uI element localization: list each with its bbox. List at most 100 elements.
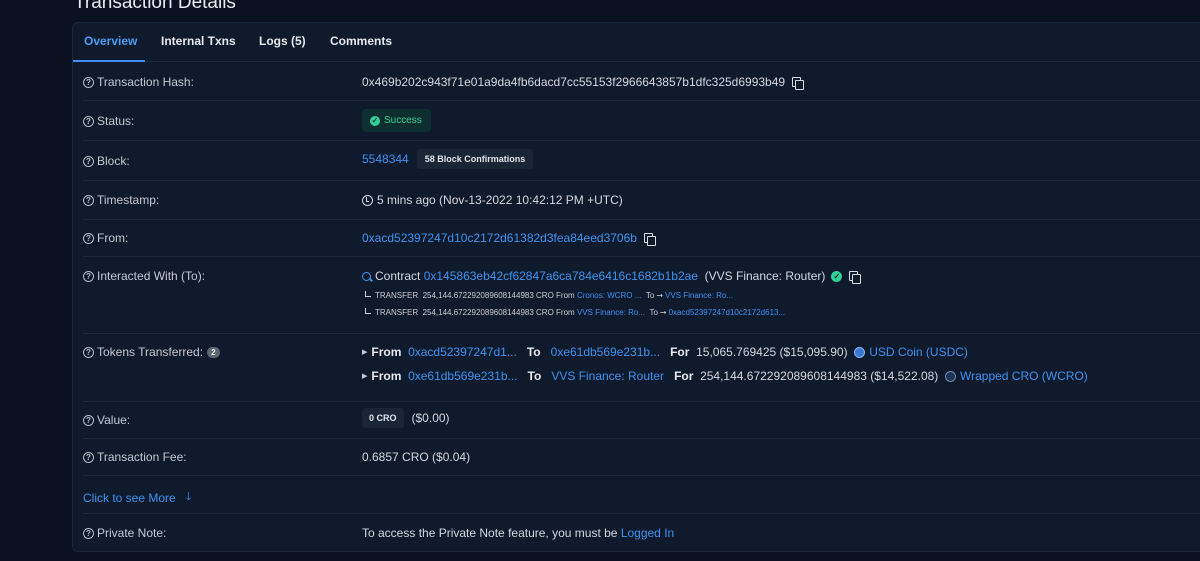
token-name-link[interactable]: Wrapped CRO (WCRO): [960, 369, 1088, 383]
value-usd: ($0.00): [411, 411, 450, 425]
logged-in-link[interactable]: Logged In: [621, 526, 674, 540]
tab-internal-txns[interactable]: Internal Txns: [161, 34, 236, 48]
token-from-label: From: [371, 345, 402, 359]
help-icon[interactable]: ?: [83, 451, 94, 463]
see-more-link[interactable]: Click to see More 🡓: [83, 488, 191, 507]
divider: [83, 438, 1200, 439]
token-to-link[interactable]: VVS Finance: Router: [551, 369, 664, 383]
elbow-icon: [365, 308, 371, 314]
fee-value: 0.6857 CRO ($0.04): [362, 450, 470, 464]
transfer-to-link[interactable]: VVS Finance: Ro...: [665, 291, 733, 300]
token-amount: 15,065.769425 ($15,095.90): [696, 345, 848, 359]
private-note-label: ? Private Note:: [83, 526, 166, 540]
status-label-text: Status:: [97, 114, 135, 128]
page-title: Transaction Details: [74, 0, 236, 13]
usdc-coin-icon: [854, 346, 866, 358]
clock-icon: [362, 194, 373, 206]
fee-label: ? Transaction Fee:: [83, 450, 187, 464]
token-for-label: For: [674, 369, 694, 383]
block-value: 5548344 58 Block Confirmations: [362, 149, 534, 169]
transfer-to-link[interactable]: 0xacd52397247d10c2172d613...: [669, 308, 786, 317]
copy-icon[interactable]: [792, 76, 805, 90]
transfer-from-link[interactable]: Cronos: WCRO ...: [577, 291, 641, 300]
tokens-label: ? Tokens Transferred: 2: [83, 345, 220, 359]
block-label: ? Block:: [83, 154, 130, 168]
arrow-right-icon: ➞: [656, 291, 664, 300]
arrow-right-icon: ➞: [659, 308, 667, 317]
status-badge-text: Success: [384, 115, 422, 126]
help-icon[interactable]: ?: [83, 270, 94, 282]
private-note-text: To access the Private Note feature, you …: [362, 526, 618, 540]
token-from-label: From: [371, 369, 402, 383]
internal-transfer-row: TRANSFER 254,144.672292089608144983 CRO …: [365, 308, 785, 317]
status-label: ? Status:: [83, 114, 134, 128]
contract-name: (VVS Finance: Router): [704, 269, 826, 283]
token-transfer-row: ▶ From 0xe61db569e231b... To VVS Finance…: [362, 369, 1088, 383]
copy-icon[interactable]: [849, 270, 862, 284]
tab-logs[interactable]: Logs (5): [259, 34, 306, 48]
status-badge: ✓ Success: [362, 109, 431, 132]
transfer-to-label: To: [645, 291, 655, 300]
from-label: ? From:: [83, 231, 128, 245]
transfer-from-link[interactable]: VVS Finance: Ro...: [577, 308, 645, 317]
interacted-label-text: Interacted With (To):: [97, 269, 206, 283]
tab-overview[interactable]: Overview: [84, 34, 137, 48]
divider: [83, 100, 1200, 101]
status-value: ✓ Success: [362, 109, 431, 132]
confirmations-badge: 58 Block Confirmations: [416, 149, 534, 169]
help-icon[interactable]: ?: [83, 232, 94, 244]
transfer-from-label: From: [556, 291, 575, 300]
internal-transfer-row: TRANSFER 254,144.672292089608144983 CRO …: [365, 291, 733, 300]
divider: [83, 140, 1200, 141]
help-icon[interactable]: ?: [83, 76, 94, 88]
tab-bar: Overview Internal Txns Logs (5) Comments: [73, 23, 1200, 62]
tab-comments[interactable]: Comments: [330, 34, 392, 48]
divider: [83, 256, 1200, 257]
elbow-icon: [365, 291, 371, 297]
contract-address-link[interactable]: 0x145863eb42cf62847a6ca784e6416c1682b1b2…: [424, 269, 698, 283]
divider: [83, 513, 1200, 514]
help-icon[interactable]: ?: [83, 346, 94, 358]
help-icon[interactable]: ?: [83, 194, 94, 206]
verified-check-icon: ✓: [831, 270, 843, 282]
transfer-type: TRANSFER: [375, 308, 419, 317]
token-amount: 254,144.672292089608144983 ($14,522.08): [700, 369, 939, 383]
token-to-label: To: [527, 369, 542, 383]
divider: [83, 219, 1200, 220]
arrow-down-icon: 🡓: [185, 491, 192, 503]
copy-icon[interactable]: [643, 232, 656, 246]
help-icon[interactable]: ?: [83, 527, 94, 539]
help-icon[interactable]: ?: [83, 155, 94, 167]
transfer-to-label: To: [649, 308, 658, 317]
divider: [83, 475, 1200, 476]
transfer-amount: 254,144.672292089608144983 CRO: [422, 291, 554, 300]
timestamp-text: 5 mins ago (Nov-13-2022 10:42:12 PM +UTC…: [377, 193, 623, 207]
token-name-link[interactable]: USD Coin (USDC): [869, 345, 968, 359]
tx-hash-value: 0x469b202c943f71e01a9da4fb6dacd7cc55153f…: [362, 75, 805, 90]
tokens-label-text: Tokens Transferred:: [97, 345, 204, 359]
token-from-link[interactable]: 0xacd52397247d1...: [408, 345, 517, 359]
block-label-text: Block:: [97, 154, 130, 168]
wcro-coin-icon: [944, 370, 956, 382]
transfer-amount: 254,144.672292089608144983 CRO: [422, 308, 554, 317]
divider: [83, 333, 1200, 334]
timestamp-label: ? Timestamp:: [83, 193, 159, 207]
help-icon[interactable]: ?: [83, 414, 94, 426]
token-to-link[interactable]: 0xe61db569e231b...: [551, 345, 660, 359]
from-value: 0xacd52397247d10c2172d61382d3fea84eed370…: [362, 231, 656, 246]
token-to-label: To: [526, 345, 541, 359]
divider: [83, 180, 1200, 181]
token-from-link[interactable]: 0xe61db569e231b...: [408, 369, 517, 383]
transfer-from-label: From: [556, 308, 575, 317]
block-number-link[interactable]: 5548344: [362, 152, 409, 166]
caret-right-icon: ▶: [362, 373, 368, 380]
from-address-link[interactable]: 0xacd52397247d10c2172d61382d3fea84eed370…: [362, 231, 637, 245]
token-for-label: For: [670, 345, 690, 359]
token-count-badge: 2: [207, 346, 220, 358]
contract-prefix: Contract: [375, 269, 421, 283]
help-icon[interactable]: ?: [83, 115, 94, 127]
value-label: ? Value:: [83, 413, 130, 427]
value-value: 0 CRO ($0.00): [362, 408, 450, 428]
from-label-text: From:: [97, 231, 129, 245]
timestamp-label-text: Timestamp:: [97, 193, 160, 207]
